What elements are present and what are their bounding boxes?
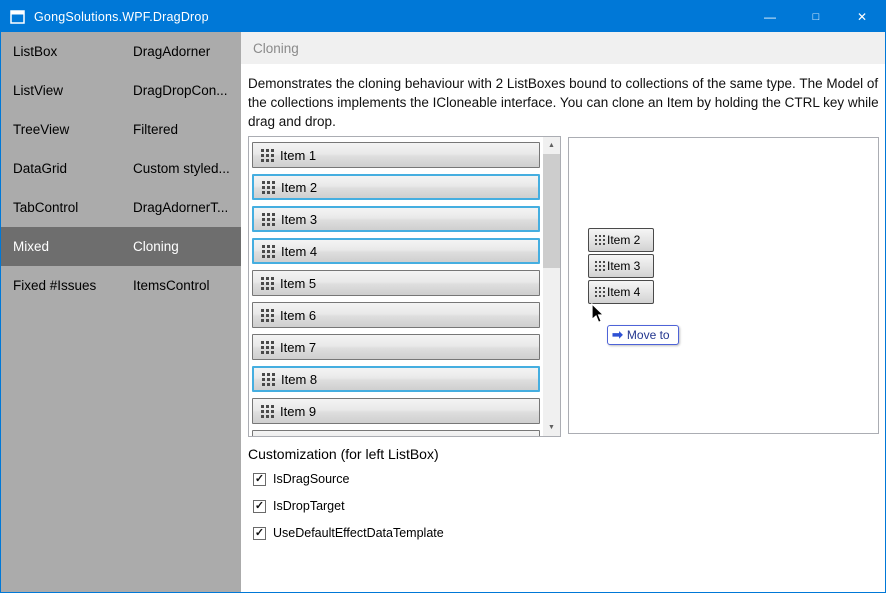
dropped-item-label: Item 4: [607, 285, 641, 299]
window-controls: — □ ✕: [747, 1, 885, 32]
list-item-label: Item 5: [280, 275, 317, 291]
description-text: Demonstrates the cloning behaviour with …: [248, 76, 879, 130]
list-item[interactable]: Item 6: [252, 302, 540, 328]
sidebar-item-dragdropcon[interactable]: DragDropCon...: [123, 71, 241, 110]
close-button[interactable]: ✕: [839, 1, 885, 32]
drag-grip-icon: [262, 180, 265, 184]
drag-grip-icon: [595, 235, 597, 237]
list-item[interactable]: Item 9: [252, 398, 540, 424]
checkbox-check-icon[interactable]: ✓: [253, 526, 266, 540]
drag-grip-icon: [261, 276, 264, 280]
sidebar-item-dragadorner[interactable]: DragAdorner: [123, 32, 241, 71]
dropped-item[interactable]: Item 3: [588, 254, 654, 278]
drop-effect-label: Move to: [626, 328, 670, 342]
tab-strip: Cloning: [241, 32, 885, 64]
drag-grip-icon: [261, 308, 264, 312]
sidebar-item-filtered[interactable]: Filtered: [123, 110, 241, 149]
list-item-label: Item 7: [280, 339, 317, 355]
list-item-label: Item 3: [281, 211, 318, 227]
dropped-item-label: Item 2: [607, 233, 641, 247]
drag-grip-icon: [262, 244, 265, 248]
sidebar-item-cloning[interactable]: Cloning: [123, 227, 241, 266]
drag-grip-icon: [595, 261, 597, 263]
customization-options: ✓ IsDragSource ✓ IsDropTarget ✓ UseDefau…: [253, 472, 444, 553]
scrollbar-thumb[interactable]: [543, 154, 560, 268]
title-bar: GongSolutions.WPF.DragDrop — □ ✕: [1, 1, 885, 32]
sidebar-item-mixed[interactable]: Mixed: [1, 227, 123, 266]
content-area: ListBox ListView TreeView DataGrid TabCo…: [1, 32, 885, 592]
list-item[interactable]: Item 1: [252, 142, 540, 168]
maximize-button[interactable]: □: [793, 1, 839, 32]
list-item-label: Item 9: [280, 403, 317, 419]
source-list-items: Item 1 Item 2 Item 3 Item 4 Item 5 Item …: [249, 137, 543, 436]
list-item-label: Item 4: [281, 243, 318, 259]
list-item-label: Item 1: [280, 147, 317, 163]
sidebar-column-samples: DragAdorner DragDropCon... Filtered Cust…: [123, 32, 241, 592]
list-item[interactable]: Item 7: [252, 334, 540, 360]
list-item-label: Item 2: [281, 179, 318, 195]
list-item[interactable]: Item 10: [252, 430, 540, 436]
sidebar-item-datagrid[interactable]: DataGrid: [1, 149, 123, 188]
drop-effect-adorner: ➡ Move to: [607, 325, 679, 345]
mouse-cursor-icon: [591, 302, 606, 329]
sidebar-item-treeview[interactable]: TreeView: [1, 110, 123, 149]
checkbox-label: UseDefaultEffectDataTemplate: [273, 526, 444, 540]
sidebar-item-tabcontrol[interactable]: TabControl: [1, 188, 123, 227]
drag-grip-icon: [261, 404, 264, 408]
checkbox-isdroptarget[interactable]: ✓ IsDropTarget: [253, 499, 444, 513]
vertical-scrollbar[interactable]: ▲ ▼: [543, 137, 560, 436]
dropped-item-label: Item 3: [607, 259, 641, 273]
target-listbox[interactable]: Item 2 Item 3 Item 4 ➡ Move to: [568, 137, 879, 434]
checkbox-usedefaulteffectdatatemplate[interactable]: ✓ UseDefaultEffectDataTemplate: [253, 526, 444, 540]
checkbox-label: IsDropTarget: [273, 499, 345, 513]
dropped-item[interactable]: Item 2: [588, 228, 654, 252]
drag-grip-icon: [262, 372, 265, 376]
drag-grip-icon: [595, 287, 597, 289]
dropped-item[interactable]: Item 4: [588, 280, 654, 304]
list-item[interactable]: Item 5: [252, 270, 540, 296]
move-arrow-icon: ➡: [612, 327, 623, 342]
drag-grip-icon: [262, 212, 265, 216]
sidebar-item-listbox[interactable]: ListBox: [1, 32, 123, 71]
list-item[interactable]: Item 4: [252, 238, 540, 264]
sidebar-item-custom-styled[interactable]: Custom styled...: [123, 149, 241, 188]
checkbox-isdragsource[interactable]: ✓ IsDragSource: [253, 472, 444, 486]
app-icon: [10, 9, 26, 25]
sidebar-item-listview[interactable]: ListView: [1, 71, 123, 110]
app-window: GongSolutions.WPF.DragDrop — □ ✕ ListBox…: [0, 0, 886, 593]
list-item-label: Item 8: [281, 371, 318, 387]
drag-grip-icon: [261, 340, 264, 344]
window-title: GongSolutions.WPF.DragDrop: [34, 9, 209, 24]
checkbox-check-icon[interactable]: ✓: [253, 499, 266, 513]
list-item[interactable]: Item 3: [252, 206, 540, 232]
checkbox-check-icon[interactable]: ✓: [253, 472, 266, 486]
sidebar-column-groups: ListBox ListView TreeView DataGrid TabCo…: [1, 32, 123, 592]
list-item[interactable]: Item 2: [252, 174, 540, 200]
sidebar-item-fixed-issues[interactable]: Fixed #Issues: [1, 266, 123, 305]
sidebar: ListBox ListView TreeView DataGrid TabCo…: [1, 32, 241, 592]
scroll-up-icon[interactable]: ▲: [543, 137, 560, 154]
sidebar-item-dragadornert[interactable]: DragAdornerT...: [123, 188, 241, 227]
list-item-label: Item 10: [280, 436, 323, 437]
checkbox-label: IsDragSource: [273, 472, 350, 486]
customization-title: Customization (for left ListBox): [248, 446, 439, 462]
minimize-button[interactable]: —: [747, 1, 793, 32]
list-item[interactable]: Item 8: [252, 366, 540, 392]
drag-grip-icon: [261, 148, 264, 152]
main-panel: Cloning Demonstrates the cloning behavio…: [241, 32, 885, 592]
scroll-down-icon[interactable]: ▼: [543, 419, 560, 436]
sidebar-item-itemscontrol[interactable]: ItemsControl: [123, 266, 241, 305]
list-item-label: Item 6: [280, 307, 317, 323]
tab-cloning[interactable]: Cloning: [253, 41, 299, 56]
source-listbox: Item 1 Item 2 Item 3 Item 4 Item 5 Item …: [248, 136, 561, 437]
